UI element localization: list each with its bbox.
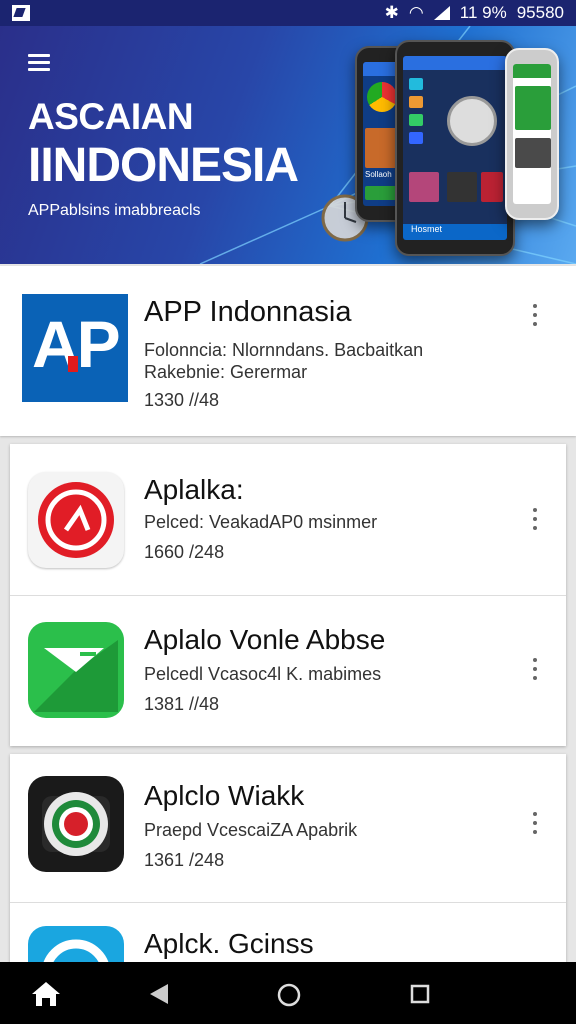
back-icon[interactable] — [148, 982, 170, 1011]
more-icon[interactable] — [530, 658, 540, 684]
blue-ring-icon[interactable] — [28, 926, 124, 962]
navigation-bar — [0, 962, 576, 1024]
ap-logo-icon[interactable]: AP — [22, 294, 128, 402]
clock: 95580 — [516, 3, 564, 22]
app-stats: 1660 /248 — [144, 542, 225, 562]
banner-subtitle: APPablsins imabbreacls — [28, 202, 201, 219]
app-title: Aplclo Wiakk — [144, 780, 305, 811]
app-stats: 1361 /248 — [144, 850, 225, 870]
app-subtitle: Pelced: VeakadAP0 msinmer — [144, 512, 378, 532]
featured-title: APP Indonnasia — [144, 296, 352, 328]
phone-center-illustration: Hosmet — [395, 40, 515, 256]
hero-banner: ASCAIAN IINDONESIA APPablsins imabbreacl… — [0, 26, 576, 264]
featured-line3: 1330 //48 — [144, 390, 220, 410]
app-subtitle: Pelcedl Vcasoc4l K. mabimes — [144, 664, 382, 684]
circle-home-icon[interactable] — [276, 982, 302, 1013]
featured-line1: Folonncia: Nlornndans. Bacbaitkan — [144, 340, 424, 360]
more-icon[interactable] — [530, 812, 540, 838]
banner-title-line2: IINDONESIA — [28, 139, 299, 192]
banner-title-line1: ASCAIAN — [28, 96, 194, 137]
more-icon[interactable] — [530, 508, 540, 534]
notification-icon — [12, 5, 30, 21]
bluetooth-icon: ✱ — [384, 3, 399, 22]
status-indicators: ✱ ◠ 11 9% 95580 — [385, 3, 564, 23]
wifi-icon: ◠ — [408, 3, 424, 22]
app-title: Aplalka: — [144, 474, 244, 505]
red-circle-icon[interactable] — [28, 472, 124, 568]
status-bar: ✱ ◠ 11 9% 95580 — [0, 0, 576, 26]
phone-right-illustration — [505, 48, 559, 220]
featured-line2: Rakebnie: Gerermar — [144, 362, 308, 382]
app-stats: 1381 //48 — [144, 694, 220, 714]
recents-icon[interactable] — [410, 984, 430, 1009]
green-flag-icon[interactable] — [28, 622, 124, 718]
home-icon[interactable] — [30, 980, 62, 1013]
camera-lens-icon[interactable] — [28, 776, 124, 872]
signal-icon — [433, 6, 450, 20]
menu-icon — [28, 54, 50, 57]
app-subtitle: Praepd VcescaiZA Apabrik — [144, 820, 358, 840]
battery-text: 11 9% — [459, 3, 507, 22]
app-title: Aplalo Vonle Abbse — [144, 624, 386, 655]
featured-more-icon[interactable] — [530, 304, 540, 330]
app-title: Aplck. Gcinss — [144, 928, 314, 959]
menu-button[interactable] — [28, 54, 50, 72]
